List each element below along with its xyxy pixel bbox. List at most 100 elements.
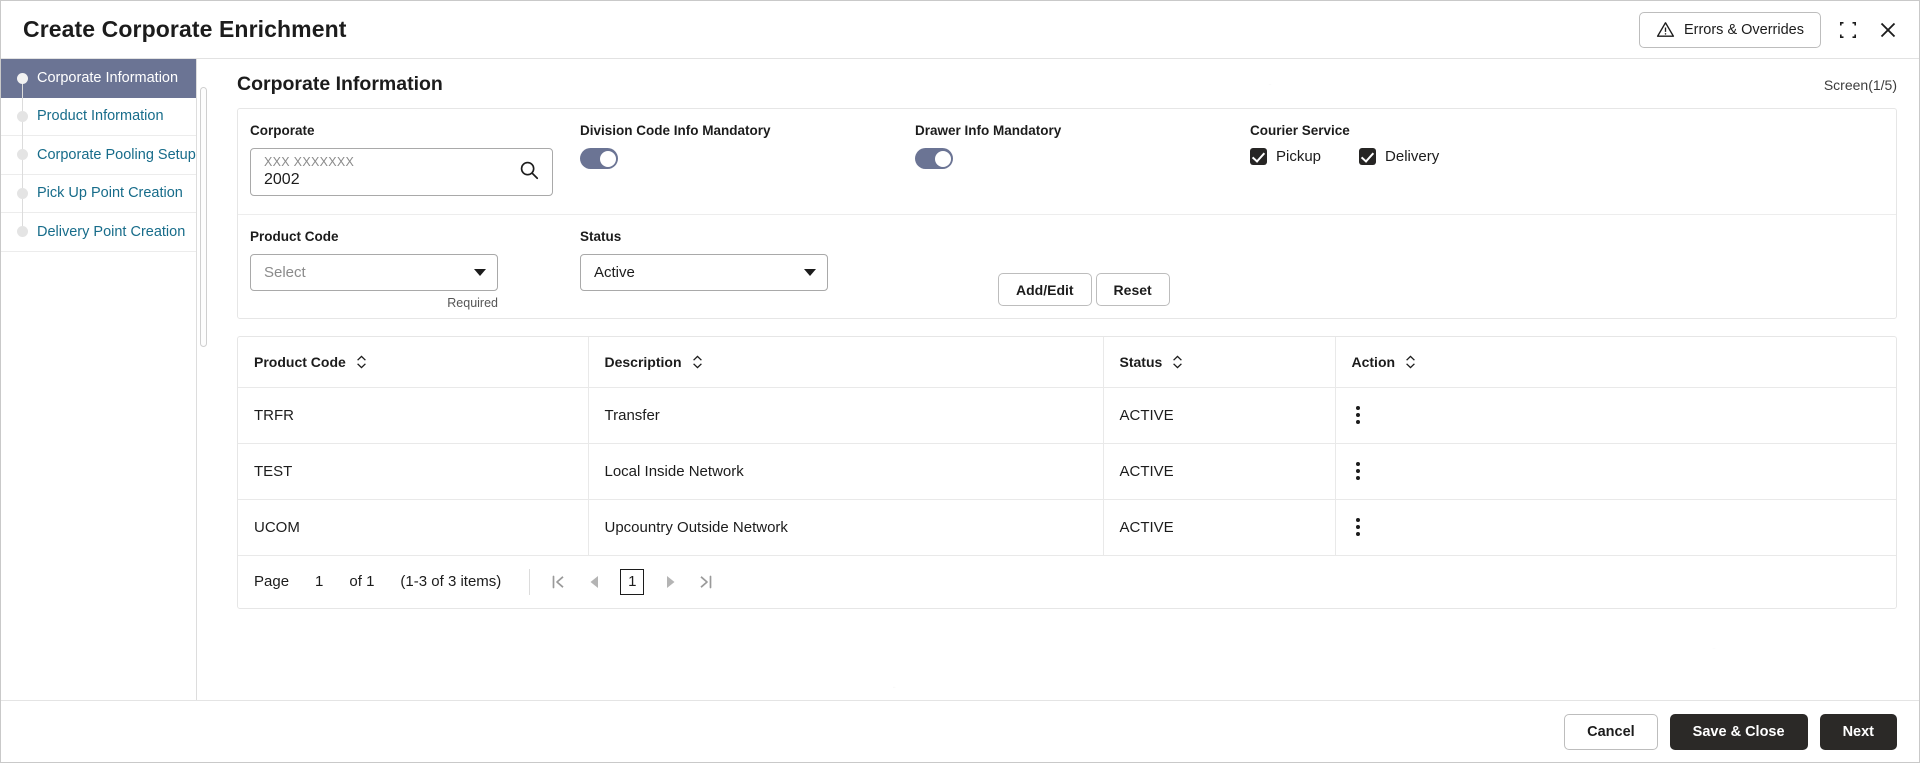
- courier-service-field-group: Courier Service Pickup Delivery: [1250, 123, 1590, 196]
- scrollbar-thumb[interactable]: [200, 87, 207, 347]
- corporate-label: Corporate: [250, 123, 580, 138]
- sort-icon[interactable]: [1172, 355, 1183, 369]
- product-code-required-hint: Required: [250, 296, 498, 310]
- column-label: Status: [1120, 354, 1163, 370]
- chevron-down-icon: [474, 269, 486, 276]
- division-code-label: Division Code Info Mandatory: [580, 123, 915, 138]
- drawer-info-field-group: Drawer Info Mandatory: [915, 123, 1250, 196]
- division-code-toggle[interactable]: [580, 148, 618, 169]
- column-header-status[interactable]: Status: [1103, 337, 1335, 387]
- wizard-sidebar: Corporate Information Product Informatio…: [1, 59, 197, 700]
- row-actions-menu-icon[interactable]: [1356, 518, 1360, 536]
- page-items-count: (1-3 of 3 items): [400, 573, 501, 590]
- next-page-icon[interactable]: [660, 571, 680, 593]
- page-number: 1: [315, 573, 323, 590]
- section-header: Corporate Information Screen(1/5): [237, 59, 1897, 108]
- window-footer: Cancel Save & Close Next: [1, 700, 1919, 762]
- sidebar-item-label: Product Information: [37, 108, 164, 124]
- cell-status: ACTIVE: [1103, 443, 1335, 499]
- prev-page-icon[interactable]: [584, 571, 604, 593]
- pickup-checkbox[interactable]: Pickup: [1250, 148, 1321, 165]
- sidebar-item-corporate-pooling-setup[interactable]: Corporate Pooling Setup: [1, 136, 196, 175]
- errors-and-overrides-button[interactable]: Errors & Overrides: [1639, 12, 1821, 48]
- sidebar-item-pick-up-point-creation[interactable]: Pick Up Point Creation: [1, 175, 196, 214]
- table-header: Product Code De: [238, 337, 1896, 387]
- drawer-info-toggle[interactable]: [915, 148, 953, 169]
- titlebar-actions: Errors & Overrides: [1639, 12, 1901, 48]
- status-field-group: Status Active: [580, 229, 910, 310]
- sidebar-item-product-information[interactable]: Product Information: [1, 98, 196, 137]
- cell-description: Local Inside Network: [588, 443, 1103, 499]
- table-row: TEST Local Inside Network ACTIVE: [238, 443, 1896, 499]
- errors-and-overrides-label: Errors & Overrides: [1684, 22, 1804, 38]
- content-scrollbar[interactable]: [197, 59, 211, 700]
- cell-product-code: TEST: [238, 443, 588, 499]
- column-label: Product Code: [254, 354, 346, 370]
- checkbox-checked-icon: [1250, 148, 1267, 165]
- page-label: Page: [254, 573, 289, 590]
- form-action-buttons: Add/Edit Reset: [998, 273, 1170, 310]
- drawer-info-label: Drawer Info Mandatory: [915, 123, 1250, 138]
- sidebar-item-label: Corporate Information: [37, 70, 178, 86]
- delivery-checkbox[interactable]: Delivery: [1359, 148, 1439, 165]
- main-content: Corporate Information Screen(1/5) Corpor…: [211, 59, 1919, 700]
- page-title: Create Corporate Enrichment: [23, 16, 347, 43]
- step-dot-icon: [17, 226, 28, 237]
- window-titlebar: Create Corporate Enrichment Errors & Ove…: [1, 1, 1919, 59]
- division-code-field-group: Division Code Info Mandatory: [580, 123, 915, 196]
- cancel-button[interactable]: Cancel: [1564, 714, 1658, 750]
- cell-product-code: TRFR: [238, 387, 588, 443]
- corporate-input[interactable]: XXX XXXXXXX 2002: [250, 148, 553, 196]
- save-and-close-button[interactable]: Save & Close: [1670, 714, 1808, 750]
- corporate-value: 2002: [264, 172, 354, 189]
- column-header-description[interactable]: Description: [588, 337, 1103, 387]
- product-code-value: Select: [264, 264, 306, 281]
- sort-icon[interactable]: [1405, 355, 1416, 369]
- sidebar-item-corporate-information[interactable]: Corporate Information: [1, 59, 196, 98]
- current-page-button[interactable]: 1: [620, 569, 644, 595]
- pagination-controls: 1: [548, 569, 716, 595]
- step-dot-icon: [17, 149, 28, 160]
- cell-product-code: UCOM: [238, 499, 588, 555]
- screen-indicator: Screen(1/5): [1824, 77, 1897, 93]
- warning-triangle-icon: [1656, 20, 1675, 39]
- table-body: TRFR Transfer ACTIVE TEST Local Inside N…: [238, 387, 1896, 555]
- status-value: Active: [594, 264, 635, 281]
- sort-icon[interactable]: [692, 355, 703, 369]
- column-header-action[interactable]: Action: [1335, 337, 1896, 387]
- last-page-icon[interactable]: [696, 571, 716, 593]
- first-page-icon[interactable]: [548, 571, 568, 593]
- sidebar-item-label: Corporate Pooling Setup: [37, 147, 196, 163]
- pickup-label: Pickup: [1276, 148, 1321, 165]
- sort-icon[interactable]: [356, 355, 367, 369]
- page-total: of 1: [349, 573, 374, 590]
- window-body: Corporate Information Product Informatio…: [1, 59, 1919, 700]
- product-code-label: Product Code: [250, 229, 580, 244]
- status-select[interactable]: Active: [580, 254, 828, 291]
- create-corporate-enrichment-window: Create Corporate Enrichment Errors & Ove…: [0, 0, 1920, 763]
- toggle-knob: [600, 151, 616, 167]
- search-icon[interactable]: [518, 159, 540, 186]
- column-header-product-code[interactable]: Product Code: [238, 337, 588, 387]
- column-label: Action: [1352, 354, 1396, 370]
- cell-action: [1335, 443, 1896, 499]
- close-icon[interactable]: [1875, 17, 1901, 43]
- reset-button[interactable]: Reset: [1096, 273, 1170, 306]
- cell-description: Upcountry Outside Network: [588, 499, 1103, 555]
- table-pagination: Page 1 of 1 (1-3 of 3 items): [238, 556, 1896, 608]
- next-button[interactable]: Next: [1820, 714, 1897, 750]
- table-row: TRFR Transfer ACTIVE: [238, 387, 1896, 443]
- row-actions-menu-icon[interactable]: [1356, 462, 1360, 480]
- row-actions-menu-icon[interactable]: [1356, 406, 1360, 424]
- minimize-icon[interactable]: [1835, 17, 1861, 43]
- cell-action: [1335, 499, 1896, 555]
- status-label: Status: [580, 229, 910, 244]
- product-code-select[interactable]: Select: [250, 254, 498, 291]
- sidebar-item-delivery-point-creation[interactable]: Delivery Point Creation: [1, 213, 196, 252]
- courier-service-label: Courier Service: [1250, 123, 1590, 138]
- add-edit-button[interactable]: Add/Edit: [998, 273, 1092, 306]
- products-table-panel: Product Code De: [237, 336, 1897, 609]
- toggle-knob: [935, 151, 951, 167]
- step-dot-icon: [17, 188, 28, 199]
- corporate-placeholder: XXX XXXXXXX: [264, 156, 354, 169]
